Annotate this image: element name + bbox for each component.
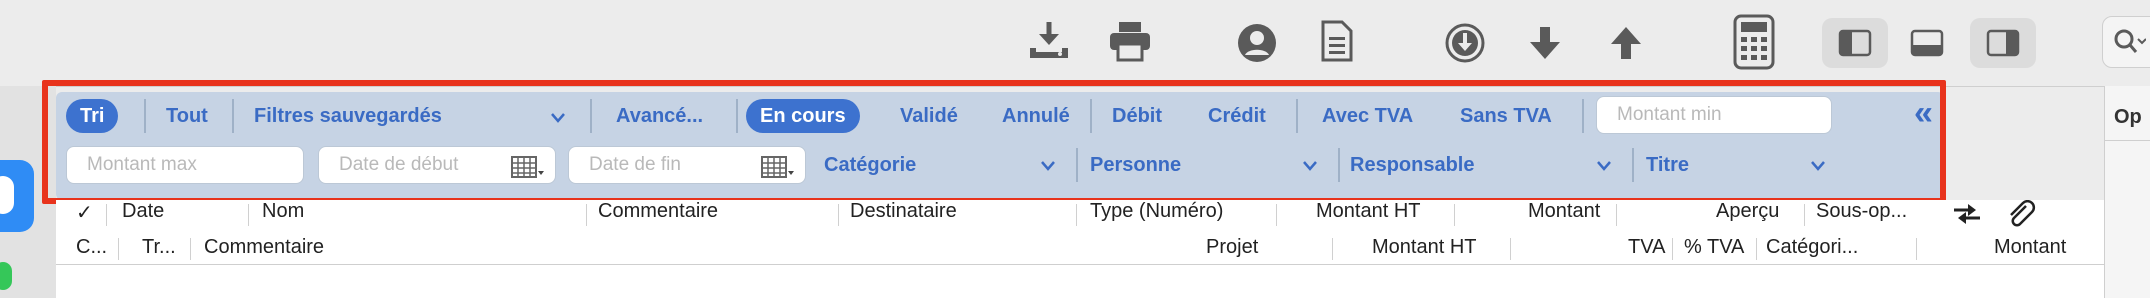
column-divider xyxy=(1616,204,1617,226)
filter-panel: Tri Tout Filtres sauvegardés Avancé... E… xyxy=(56,92,1944,200)
separator xyxy=(1090,99,1092,133)
sidebar-right-icon xyxy=(1980,24,2026,62)
col-sub-op[interactable]: Sous-op... xyxy=(1816,200,1907,223)
title-dropdown[interactable]: Titre xyxy=(1646,148,1689,182)
column-divider xyxy=(1076,204,1077,226)
arrow-up-icon[interactable] xyxy=(1601,18,1651,68)
responsible-dropdown[interactable]: Responsable xyxy=(1350,148,1474,182)
col-recipient[interactable]: Destinataire xyxy=(850,200,957,223)
column-divider xyxy=(838,204,839,226)
sidebar-left-icon xyxy=(1832,24,1878,62)
start-date-input[interactable]: Date de début xyxy=(318,146,556,184)
panel-bottom-icon[interactable] xyxy=(1904,24,1950,62)
status-in-progress[interactable]: En cours xyxy=(746,99,860,133)
column-divider xyxy=(1804,204,1805,226)
chevron-down-icon xyxy=(1597,161,1611,171)
separator xyxy=(590,99,592,133)
table-header-row-1: ✓ Date Nom Commentaire Destinataire Type… xyxy=(56,200,2104,230)
chevron-down-icon xyxy=(1041,161,1055,171)
collapse-filters-icon[interactable]: « xyxy=(1914,96,1933,130)
separator xyxy=(1582,99,1584,133)
amount-max-input[interactable]: Montant max xyxy=(66,146,304,184)
column-divider xyxy=(1756,238,1757,260)
calendar-icon[interactable] xyxy=(761,155,795,179)
col-project[interactable]: Projet xyxy=(1206,236,1258,259)
end-date-input[interactable]: Date de fin xyxy=(568,146,806,184)
column-divider xyxy=(1276,204,1277,226)
separator xyxy=(1338,148,1340,182)
column-divider xyxy=(1454,204,1455,226)
separator xyxy=(232,99,234,133)
advanced-filter-button[interactable]: Avancé... xyxy=(602,99,717,133)
column-divider xyxy=(118,238,119,260)
paperclip-icon[interactable] xyxy=(2006,200,2036,228)
col-amount[interactable]: Montant xyxy=(1528,200,1600,223)
status-cancelled[interactable]: Annulé xyxy=(988,99,1084,133)
column-divider xyxy=(106,204,107,226)
right-panel-header: Op xyxy=(2104,96,2150,141)
col-comment[interactable]: Commentaire xyxy=(598,200,718,223)
col-category[interactable]: Catégori... xyxy=(1766,236,1858,259)
search-icon xyxy=(2111,25,2147,59)
sort-button[interactable]: Tri xyxy=(66,99,119,133)
col-check[interactable]: ✓ xyxy=(76,200,93,225)
column-divider xyxy=(1510,238,1511,260)
amount-min-input[interactable]: Montant min xyxy=(1596,96,1832,134)
col-amount-ht[interactable]: Montant HT xyxy=(1316,200,1420,223)
col-preview[interactable]: Aperçu xyxy=(1716,200,1779,223)
status-validated[interactable]: Validé xyxy=(886,99,972,133)
person-dropdown[interactable]: Personne xyxy=(1090,148,1181,182)
filter-debit[interactable]: Débit xyxy=(1098,99,1176,133)
green-status-dot xyxy=(0,262,12,290)
document-icon[interactable] xyxy=(1312,16,1362,66)
separator xyxy=(1076,148,1078,182)
column-divider xyxy=(1332,238,1333,260)
saved-filters-dropdown[interactable]: Filtres sauvegardés xyxy=(240,99,456,133)
category-dropdown[interactable]: Catégorie xyxy=(824,148,916,182)
filter-with-vat[interactable]: Avec TVA xyxy=(1308,99,1427,133)
calendar-icon[interactable] xyxy=(511,155,545,179)
arrow-down-icon[interactable] xyxy=(1520,18,1570,68)
col-tr[interactable]: Tr... xyxy=(142,236,176,259)
end-date-placeholder: Date de fin xyxy=(589,154,681,175)
col-date[interactable]: Date xyxy=(122,200,164,223)
column-divider xyxy=(190,238,191,260)
badge-dot xyxy=(0,176,14,214)
chevron-down-icon xyxy=(551,113,565,123)
start-date-placeholder: Date de début xyxy=(339,154,459,175)
col-amount-2[interactable]: Montant xyxy=(1994,236,2066,259)
chevron-down-icon xyxy=(1303,161,1317,171)
col-name[interactable]: Nom xyxy=(262,200,304,223)
separator xyxy=(144,99,146,133)
filter-all[interactable]: Tout xyxy=(152,99,222,133)
col-comment-2[interactable]: Commentaire xyxy=(204,236,324,259)
col-vat[interactable]: TVA xyxy=(1628,236,1665,259)
separator xyxy=(1632,148,1634,182)
col-vat-pct[interactable]: % TVA xyxy=(1684,236,1744,259)
column-divider xyxy=(1916,238,1917,260)
main-toolbar xyxy=(0,0,2150,87)
search-field[interactable] xyxy=(2102,16,2150,68)
column-divider xyxy=(586,204,587,226)
column-divider xyxy=(1672,238,1673,260)
filter-without-vat[interactable]: Sans TVA xyxy=(1446,99,1566,133)
chevron-down-icon xyxy=(1811,161,1825,171)
col-amount-ht-2[interactable]: Montant HT xyxy=(1372,236,1476,259)
col-type[interactable]: Type (Numéro) xyxy=(1090,200,1223,223)
calculator-icon[interactable] xyxy=(1729,12,1779,72)
col-c[interactable]: C... xyxy=(76,236,107,259)
column-divider xyxy=(248,204,249,226)
separator xyxy=(1296,99,1298,133)
download-icon[interactable] xyxy=(1024,16,1074,66)
print-icon[interactable] xyxy=(1105,16,1155,66)
right-panel-title: Op xyxy=(2114,106,2142,128)
table-header-row-2: C... Tr... Commentaire Projet Montant HT… xyxy=(56,232,2104,265)
separator xyxy=(736,99,738,133)
filter-credit[interactable]: Crédit xyxy=(1194,99,1280,133)
arrow-down-circle-icon[interactable] xyxy=(1440,18,1490,68)
user-icon[interactable] xyxy=(1232,18,1282,68)
swap-arrows-icon[interactable] xyxy=(1952,202,1982,226)
